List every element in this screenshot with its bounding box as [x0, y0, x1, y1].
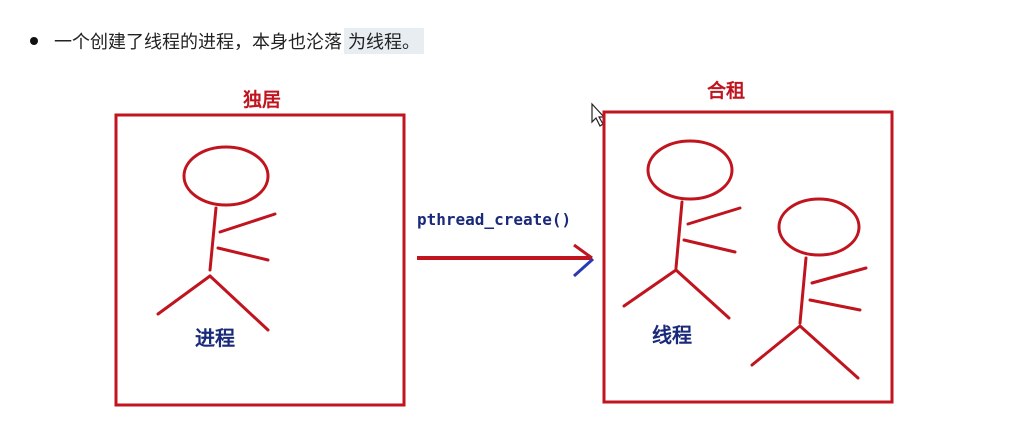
left-title: 独居 [243, 88, 281, 111]
right-title: 合租 [707, 79, 745, 102]
arrow-right-icon [417, 243, 595, 278]
right-thread-label: 线程 [652, 323, 692, 347]
thread-figure-2-icon [750, 197, 868, 380]
left-process-label: 进程 [195, 326, 235, 350]
thread-figure-1-icon [622, 139, 742, 320]
arrow-label: pthread_create() [417, 210, 571, 229]
right-thread-box [602, 110, 894, 404]
mouse-cursor-icon [591, 102, 606, 127]
process-thread-diagram: 独居 进程 pthread_create() 合租 线程 [114, 79, 894, 407]
process-figure-icon [156, 145, 277, 332]
